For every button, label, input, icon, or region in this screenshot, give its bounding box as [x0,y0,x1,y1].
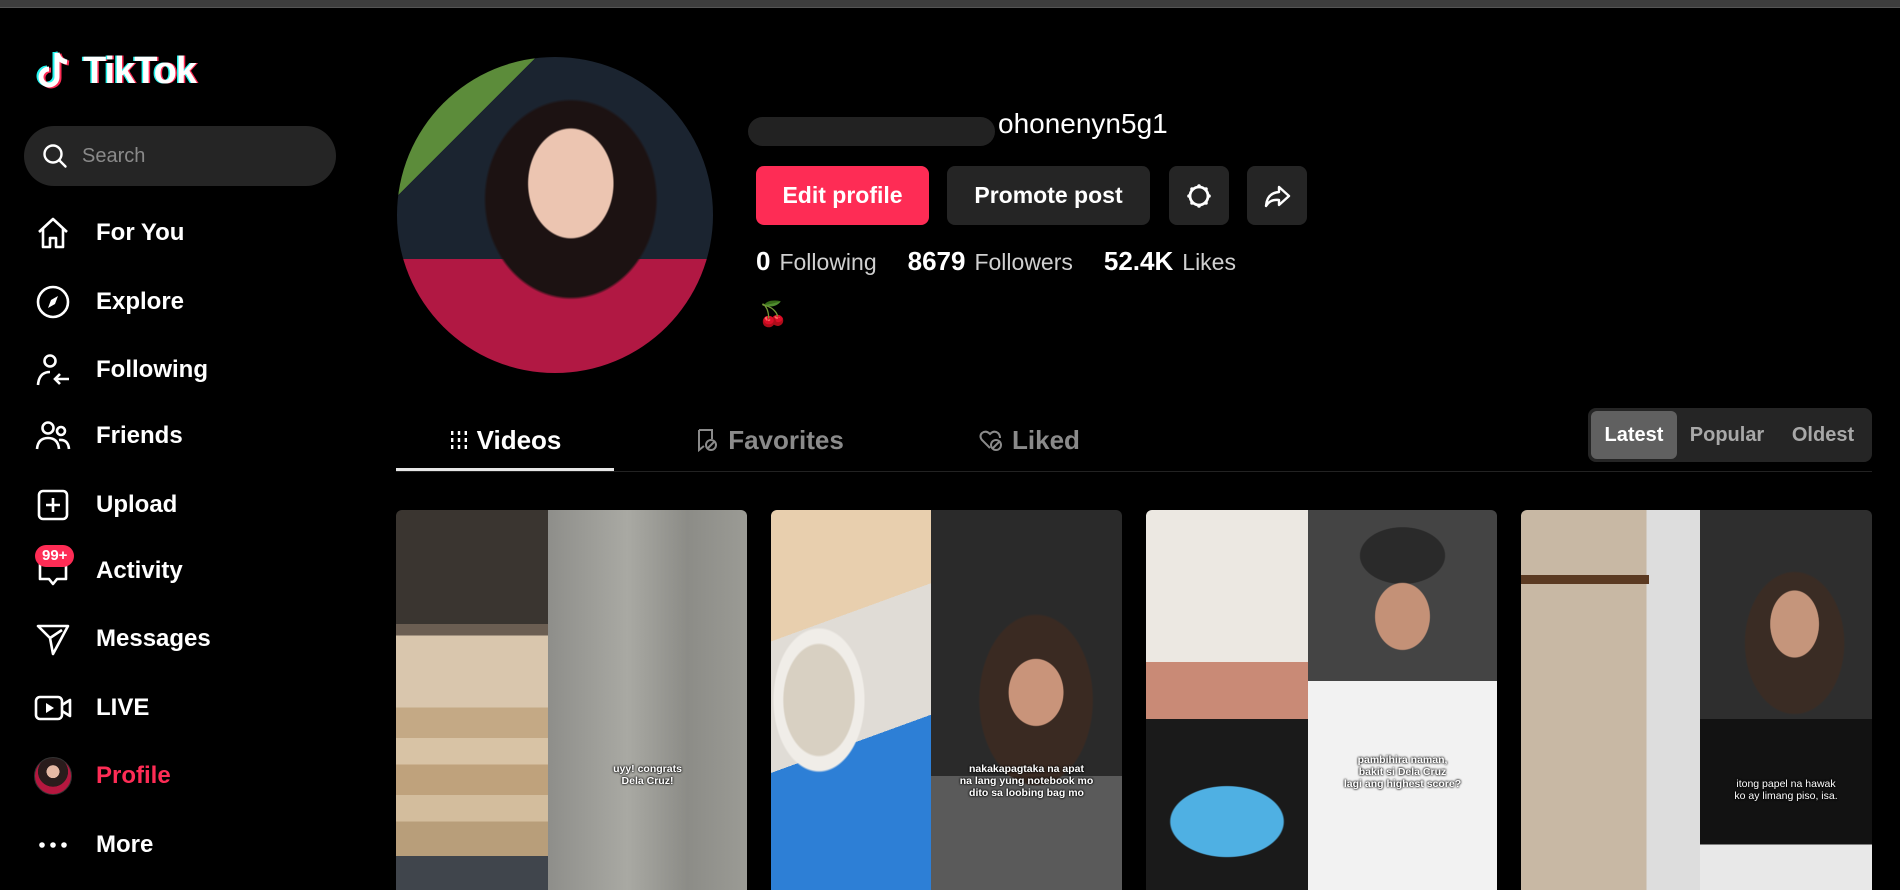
sidebar-item-label: More [96,831,154,858]
search-bar[interactable] [24,126,336,186]
tab-label: Favorites [728,424,844,455]
share-icon [1264,185,1291,207]
video-caption: nakakapagtaka na apat na lang yung noteb… [959,763,1094,799]
video-thumbnail-left [771,510,931,890]
search-input[interactable] [82,144,322,168]
stat-label: Following [779,249,877,275]
video-card[interactable]: pambihira naman, bakit si Dela Cruz lagi… [1146,510,1497,890]
tab-videos[interactable]: Videos [396,412,614,468]
tabs-divider [396,471,1872,472]
profile-stats: 0 Following 8679 Followers 52.4K Likes [756,246,1267,277]
live-camera-icon [30,688,76,728]
sidebar-item-for-you[interactable]: For You [30,208,350,258]
stat-likes: 52.4K Likes [1104,246,1236,277]
compass-icon [30,282,76,322]
search-icon [43,144,67,168]
sidebar-item-more[interactable]: More [30,820,350,870]
sidebar-item-activity[interactable]: 99+ Activity [30,545,350,596]
wood-strip [1521,575,1649,584]
sort-segmented-control: Latest Popular Oldest [1588,408,1872,462]
sidebar-item-following[interactable]: Following [30,345,350,395]
tab-label: Videos [476,424,562,455]
sidebar-item-label: Friends [96,422,183,449]
sidebar-item-label: Profile [96,762,171,789]
tab-liked[interactable]: Liked [924,412,1134,468]
profile-icon-wrap [30,756,76,796]
profile-bio: 🍒 [758,301,788,328]
sidebar-item-label: Explore [96,288,185,315]
profile-tabs: Videos Favorites Liked [396,412,1134,468]
video-thumbnail-right: pambihira naman, bakit si Dela Cruz lagi… [1308,510,1497,890]
stat-value: 52.4K [1103,246,1174,276]
video-caption: pambihira naman, bakit si Dela Cruz lagi… [1343,754,1462,790]
sort-popular[interactable]: Popular [1677,411,1777,459]
sidebar-item-profile[interactable]: Profile [30,751,350,801]
user-follow-icon [30,350,76,390]
video-card[interactable]: uyy! congrats Dela Cruz! [396,510,747,890]
settings-button[interactable] [1169,166,1229,225]
sidebar-item-messages[interactable]: Messages [30,614,350,664]
sidebar-item-label: Following [96,356,208,383]
gear-icon [1187,183,1211,208]
video-caption: uyy! congrats Dela Cruz! [613,763,682,787]
username-text: ohonenyn5g1 [998,108,1168,139]
video-caption: itong papel na hawak ko ay limang piso, … [1734,778,1838,802]
sidebar-item-label: Messages [96,625,211,652]
stat-value: 0 [756,246,771,276]
video-thumbnail-right: uyy! congrats Dela Cruz! [548,510,747,890]
edit-profile-button[interactable]: Edit profile [756,166,929,225]
sidebar-item-friends[interactable]: Friends [30,411,350,461]
home-icon [30,213,76,253]
promote-post-button[interactable]: Promote post [947,166,1150,225]
share-button[interactable] [1247,166,1307,225]
sidebar-item-label: Upload [96,491,178,518]
more-dots-icon [30,825,76,865]
tab-label: Liked [1012,424,1080,455]
video-thumbnail-right: nakakapagtaka na apat na lang yung noteb… [931,510,1122,890]
video-thumbnail-left [1521,510,1700,890]
browser-top-strip [0,0,1900,8]
sidebar-item-label: Activity [96,557,183,584]
notification-badge: 99+ [35,545,75,567]
video-thumbnail-left [396,510,548,890]
video-card[interactable]: itong papel na hawak ko ay limang piso, … [1521,510,1872,890]
stat-following[interactable]: 0 Following [756,246,877,277]
redaction-overlay [748,117,995,146]
bookmark-lock-icon [694,427,720,453]
paper-plane-icon [30,619,76,659]
tiktok-wordmark: TikTok [83,49,197,92]
friends-icon [30,416,76,456]
sidebar-item-label: LIVE [96,694,150,721]
tiktok-logo[interactable]: TikTok [35,48,197,94]
grid-icon [449,429,469,451]
sort-latest[interactable]: Latest [1591,411,1677,459]
video-thumbnail-right: itong papel na hawak ko ay limang piso, … [1700,510,1872,890]
video-thumbnail-left [1146,510,1308,890]
stat-value: 8679 [907,246,966,276]
heart-lock-icon [978,427,1004,453]
message-bubble-icon: 99+ [30,545,76,591]
sidebar-item-live[interactable]: LIVE [30,683,350,733]
sidebar-item-explore[interactable]: Explore [30,277,350,327]
tiktok-note-icon [36,51,70,89]
avatar [34,757,72,795]
stat-followers[interactable]: 8679 Followers [908,246,1073,277]
sidebar-item-upload[interactable]: Upload [30,480,350,530]
stat-label: Followers [974,249,1073,275]
sort-oldest[interactable]: Oldest [1777,411,1869,459]
sidebar-item-label: For You [96,219,185,246]
video-card[interactable]: nakakapagtaka na apat na lang yung noteb… [771,510,1122,890]
stat-label: Likes [1182,249,1236,275]
profile-avatar[interactable] [397,57,713,373]
tab-favorites[interactable]: Favorites [614,412,924,468]
plus-square-icon [30,485,76,525]
